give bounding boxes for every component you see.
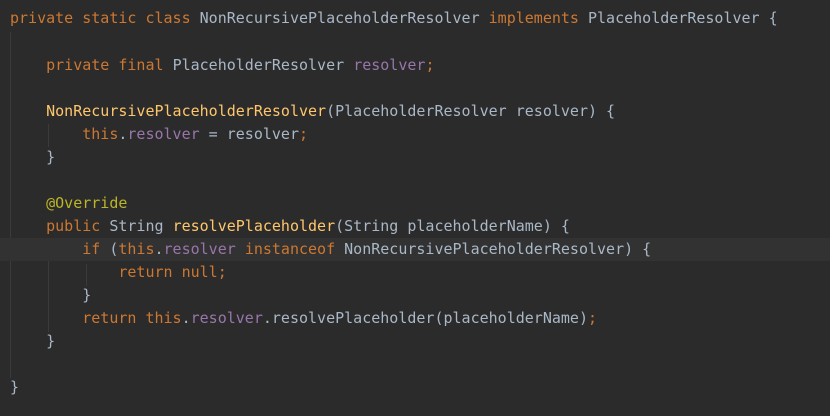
code-line-method-signature[interactable]: public String resolvePlaceholder(String … bbox=[0, 215, 830, 238]
keyword-token: private static class bbox=[10, 9, 200, 27]
code-line-method-close[interactable]: } bbox=[0, 330, 830, 353]
code-line-annotation[interactable]: @Override bbox=[0, 192, 830, 215]
brace-token: } bbox=[46, 148, 56, 166]
dot-token: . bbox=[181, 309, 191, 327]
parameter-list-token: (PlaceholderResolver resolver) { bbox=[326, 102, 616, 120]
field-token: resolver bbox=[163, 240, 245, 258]
dot-token: . bbox=[154, 240, 164, 258]
code-line-field-declaration[interactable]: private final PlaceholderResolver resolv… bbox=[0, 54, 830, 77]
brace-token: } bbox=[82, 286, 92, 304]
semicolon-token: ; bbox=[587, 309, 598, 327]
assignment-token: = resolver bbox=[199, 125, 299, 143]
keyword-token: implements bbox=[488, 9, 588, 27]
keyword-token: private final bbox=[46, 56, 173, 74]
field-token: resolver bbox=[127, 125, 200, 143]
interface-name-token: PlaceholderResolver { bbox=[587, 9, 778, 27]
class-name-token: NonRecursivePlaceholderResolver) { bbox=[344, 240, 652, 258]
keyword-token: return null bbox=[118, 263, 218, 281]
code-line-class-declaration[interactable]: private static class NonRecursivePlaceho… bbox=[0, 7, 830, 30]
method-name-token: resolvePlaceholder bbox=[172, 217, 336, 235]
code-line-constructor-body[interactable]: this.resolver = resolver; bbox=[0, 123, 830, 146]
keyword-token: this bbox=[82, 125, 119, 143]
parameter-list-token: (String placeholderName) { bbox=[335, 217, 570, 235]
semicolon-token: ; bbox=[217, 263, 227, 281]
brace-token: } bbox=[46, 332, 56, 350]
annotation-token: @Override bbox=[46, 194, 128, 212]
type-token: PlaceholderResolver bbox=[172, 56, 354, 74]
keyword-token: this bbox=[118, 240, 155, 258]
class-name-token: NonRecursivePlaceholderResolver bbox=[199, 9, 489, 27]
brace-token: } bbox=[10, 378, 20, 396]
field-token: resolver bbox=[190, 309, 263, 327]
code-line-return-null[interactable]: return null; bbox=[0, 261, 830, 284]
code-line-if-statement[interactable]: if (this.resolver instanceof NonRecursiv… bbox=[0, 238, 830, 261]
code-line-constructor-signature[interactable]: NonRecursivePlaceholderResolver(Placehol… bbox=[0, 100, 830, 123]
type-token: String bbox=[109, 217, 173, 235]
method-call-token: .resolvePlaceholder(placeholderName) bbox=[262, 309, 588, 327]
semicolon-token: ; bbox=[299, 125, 309, 143]
code-line-return-resolve[interactable]: return this.resolver.resolvePlaceholder(… bbox=[0, 307, 830, 330]
constructor-name-token: NonRecursivePlaceholderResolver bbox=[46, 102, 327, 120]
semicolon-token: ; bbox=[425, 56, 435, 74]
code-line-class-close[interactable]: } bbox=[0, 376, 830, 399]
code-line-if-close[interactable]: } bbox=[0, 284, 830, 307]
keyword-token: if bbox=[82, 240, 110, 258]
keyword-token: instanceof bbox=[244, 240, 345, 258]
keyword-token: public bbox=[46, 217, 110, 235]
code-line-constructor-close[interactable]: } bbox=[0, 146, 830, 169]
keyword-token: return this bbox=[82, 309, 182, 327]
field-token: resolver bbox=[353, 56, 426, 74]
code-editor[interactable]: private static class NonRecursivePlaceho… bbox=[0, 0, 830, 416]
